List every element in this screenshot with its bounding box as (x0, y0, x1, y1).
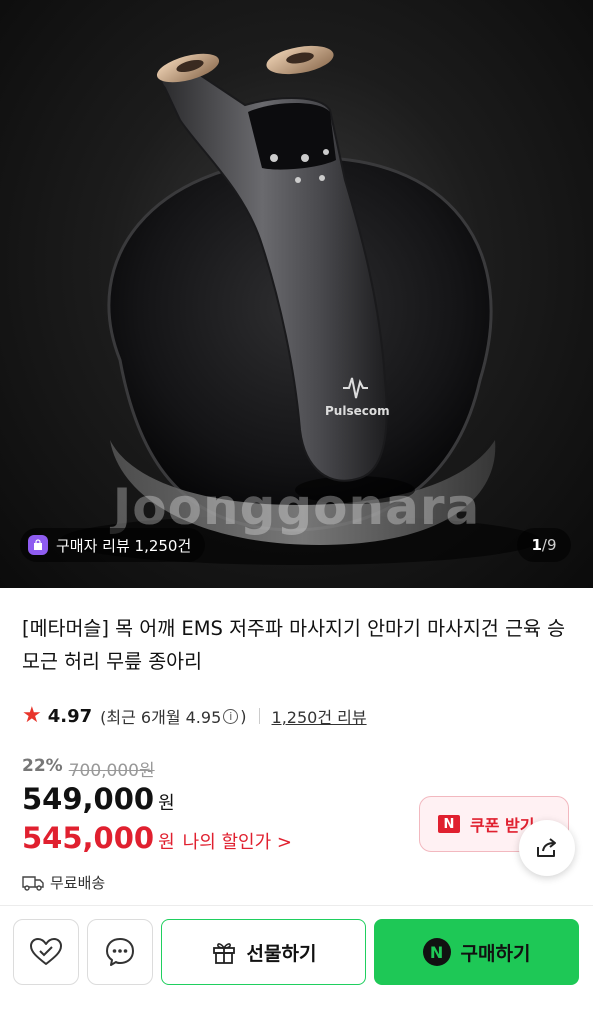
heart-check-icon (30, 938, 62, 965)
rating-row: ★ 4.97 (최근 6개월 4.95 i ) 1,250건 리뷰 (22, 704, 367, 728)
reviews-link[interactable]: 1,250건 리뷰 (272, 704, 367, 728)
sale-price-unit: 원 (158, 832, 175, 853)
discount-row: 22% 700,000원 (22, 756, 155, 781)
review-chip-label: 구매자 리뷰 1,250건 (56, 536, 192, 555)
original-price: 700,000원 (68, 761, 155, 781)
gift-button[interactable]: 선물하기 (161, 919, 366, 985)
my-discount-link[interactable]: 나의 할인가 > (183, 828, 292, 854)
buy-button[interactable]: N 구매하기 (374, 919, 579, 985)
page-current: 1 (531, 536, 542, 554)
price-row: 549,000 원 (22, 782, 175, 816)
price-unit: 원 (158, 793, 175, 814)
section-divider (0, 905, 593, 906)
image-page-indicator: 1 / 9 (517, 528, 571, 562)
star-icon: ★ (22, 703, 42, 728)
rating-score: 4.97 (47, 705, 93, 727)
chat-button[interactable] (87, 919, 153, 985)
page-total: 9 (546, 536, 557, 554)
naver-pay-icon: N (422, 938, 451, 966)
buyer-review-chip[interactable]: 구매자 리뷰 1,250건 (20, 528, 206, 562)
wishlist-button[interactable] (13, 919, 79, 985)
price: 549,000 (22, 782, 155, 816)
gift-icon (212, 943, 235, 964)
sale-price: 545,000 (22, 821, 155, 855)
divider (258, 708, 260, 724)
shipping-row: 무료배송 (22, 872, 105, 893)
gift-label: 선물하기 (246, 942, 317, 965)
product-title: [메타머슬] 목 어깨 EMS 저주파 마사지기 안마기 마사지건 근육 승모근… (22, 617, 566, 673)
recent-rating-label: (최근 6개월 4.95 (100, 708, 222, 727)
brand-mark: Pulsecom (325, 404, 390, 418)
chat-bubble-icon (106, 938, 134, 966)
product-image[interactable]: Pulsecom Joonggonara 구매자 리뷰 1,250건 1 / 9 (0, 0, 593, 588)
shipping-label: 무료배송 (50, 874, 106, 892)
truck-icon (22, 875, 44, 891)
shopping-bag-icon (28, 535, 48, 555)
buy-label: 구매하기 (460, 942, 531, 965)
share-button[interactable] (519, 820, 575, 876)
info-icon[interactable]: i (223, 708, 239, 724)
share-icon (537, 838, 556, 857)
discount-percent: 22% (22, 756, 63, 776)
naver-logo-icon: N (438, 815, 460, 833)
recent-rating-close: ) (240, 706, 247, 726)
my-discount-price-row[interactable]: 545,000 원 나의 할인가 > (22, 821, 292, 855)
